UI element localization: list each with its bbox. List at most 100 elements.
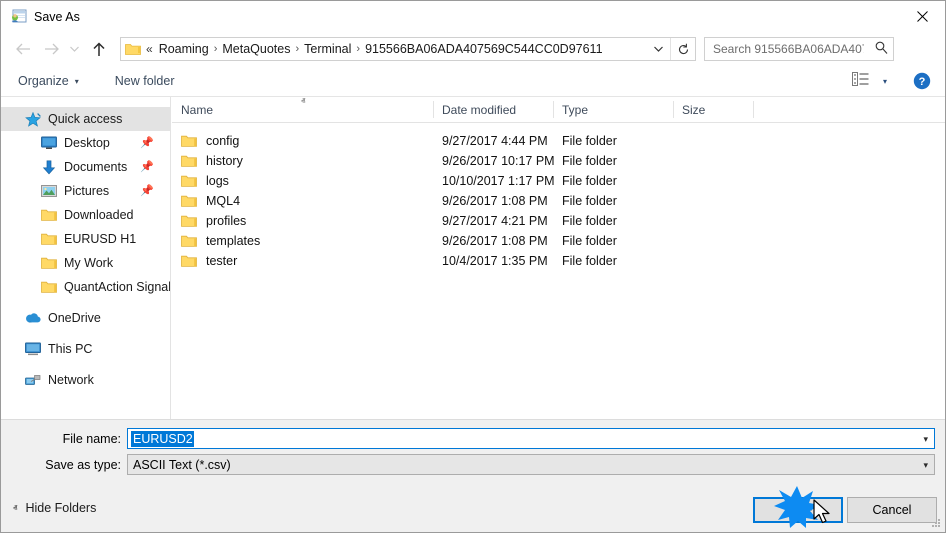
pin-icon[interactable]: 📌 [140, 184, 154, 197]
sidebar-item-label: Downloaded [64, 208, 134, 222]
address-bar[interactable]: « Roaming › MetaQuotes › Terminal › 9155… [120, 37, 696, 61]
hide-folders-button[interactable]: ⱏ Hide Folders [13, 501, 96, 515]
chevron-down-icon[interactable] [647, 38, 669, 60]
sidebar-item-label: EURUSD H1 [64, 232, 137, 246]
chevron-down-icon: ▾ [74, 76, 79, 86]
pin-icon[interactable]: 📌 [140, 160, 154, 173]
refresh-icon[interactable] [670, 38, 695, 60]
breadcrumb-item-roaming[interactable]: Roaming [156, 42, 212, 56]
sidebar-item-my-work[interactable]: My Work [1, 251, 170, 275]
file-date-cell: 10/10/2017 1:17 PM [442, 174, 555, 188]
folder-icon [181, 154, 197, 168]
breadcrumb-separator[interactable]: › [354, 43, 362, 55]
file-name-cell: tester [181, 254, 237, 268]
network-icon [25, 372, 41, 388]
onedrive-cloud-icon [25, 310, 41, 326]
sidebar-item-pictures[interactable]: Pictures 📌 [1, 179, 170, 203]
organize-label: Organize [18, 74, 69, 88]
search-input[interactable] [711, 41, 866, 57]
new-folder-button[interactable]: New folder [109, 71, 181, 91]
folder-icon [41, 231, 57, 247]
up-button[interactable] [86, 36, 112, 62]
file-type-cell: File folder [562, 194, 617, 208]
table-row[interactable]: config 9/27/2017 4:44 PM File folder [172, 131, 945, 151]
file-name-cell: templates [181, 234, 260, 248]
chevron-down-icon[interactable]: ▾ [923, 434, 928, 445]
pin-icon[interactable]: 📌 [140, 136, 154, 149]
chevron-up-icon: ⱏ [13, 502, 18, 513]
file-name-cell: MQL4 [181, 194, 240, 208]
sidebar-item-downloaded[interactable]: Downloaded [1, 203, 170, 227]
table-row[interactable]: profiles 9/27/2017 4:21 PM File folder [172, 211, 945, 231]
sidebar-item-documents[interactable]: Documents 📌 [1, 155, 170, 179]
sidebar-item-onedrive[interactable]: OneDrive [1, 306, 170, 330]
search-box[interactable] [704, 37, 894, 61]
column-header-type[interactable]: Type [553, 97, 673, 122]
column-header-row: ⱏ Name Date modified Type Size [172, 96, 945, 123]
table-row[interactable]: tester 10/4/2017 1:35 PM File folder [172, 251, 945, 271]
dialog-footer: ⱏ Hide Folders Save Cancel [1, 489, 945, 532]
sidebar-separator [1, 361, 170, 368]
breadcrumb-separator[interactable]: › [212, 43, 220, 55]
desktop-icon [41, 135, 57, 151]
sidebar-item-label: Pictures [64, 184, 110, 198]
folder-icon [181, 214, 197, 228]
forward-button[interactable] [38, 36, 64, 62]
recent-locations-button[interactable] [65, 36, 83, 62]
title-bar: Save As [1, 1, 945, 32]
chevron-down-icon[interactable]: ▾ [923, 460, 928, 471]
file-name-cell: logs [181, 174, 229, 188]
column-divider[interactable] [753, 101, 754, 118]
organize-button[interactable]: Organize ▾ [12, 71, 85, 91]
breadcrumb-item-terminal[interactable]: Terminal [301, 42, 354, 56]
sidebar-item-label: OneDrive [48, 311, 101, 325]
column-header-size[interactable]: Size [673, 97, 753, 122]
column-header-name[interactable]: Name [172, 97, 433, 122]
table-row[interactable]: logs 10/10/2017 1:17 PM File folder [172, 171, 945, 191]
breadcrumb-separator[interactable]: › [293, 43, 301, 55]
sidebar-item-eurusd-h1[interactable]: EURUSD H1 [1, 227, 170, 251]
save-button[interactable]: Save [753, 497, 843, 523]
file-name-value: EURUSD2 [131, 430, 194, 447]
sidebar-item-quick-access[interactable]: Quick access [1, 107, 170, 131]
file-date-cell: 9/26/2017 1:08 PM [442, 194, 548, 208]
table-row[interactable]: templates 9/26/2017 1:08 PM File folder [172, 231, 945, 251]
close-button[interactable] [899, 1, 945, 31]
file-date-cell: 9/26/2017 1:08 PM [442, 234, 548, 248]
sidebar-item-desktop[interactable]: Desktop 📌 [1, 131, 170, 155]
help-icon[interactable]: ? [913, 72, 931, 90]
file-name-label: File name: [62, 432, 121, 446]
breadcrumb-item-metaquotes[interactable]: MetaQuotes [219, 42, 293, 56]
view-layout-icon[interactable] [852, 72, 869, 86]
column-header-date-modified[interactable]: Date modified [433, 97, 553, 122]
file-name-cell: profiles [181, 214, 246, 228]
sidebar-item-label: Desktop [64, 136, 110, 150]
breadcrumb-item-guid[interactable]: 915566BA06ADA407569C544CC0D97611 [362, 42, 605, 56]
table-row[interactable]: history 9/26/2017 10:17 PM File folder [172, 151, 945, 171]
search-icon [875, 41, 888, 57]
file-name-input[interactable]: EURUSD2 ▾ [127, 428, 935, 449]
file-list-pane: ⱏ Name Date modified Type Size config 9/2… [172, 96, 945, 419]
file-type-cell: File folder [562, 174, 617, 188]
cancel-button[interactable]: Cancel [847, 497, 937, 523]
file-name-text: history [206, 154, 243, 168]
sidebar-separator [1, 330, 170, 337]
resize-grip-icon[interactable] [929, 517, 942, 530]
navigation-pane: Quick access Desktop 📌 Documents 📌 Pictures 📌 D… [1, 97, 171, 419]
sidebar-item-label: My Work [64, 256, 114, 270]
chevron-down-icon[interactable]: ▾ [883, 77, 887, 86]
breadcrumb-overflow[interactable]: « [141, 42, 156, 56]
file-name-text: profiles [206, 214, 247, 228]
table-row[interactable]: MQL4 9/26/2017 1:08 PM File folder [172, 191, 945, 211]
folder-icon [181, 234, 197, 248]
save-as-type-select[interactable]: ASCII Text (*.csv) ▾ [127, 454, 935, 475]
back-button[interactable] [10, 36, 36, 62]
sidebar-item-quantaction-signal[interactable]: QuantAction Signal [1, 275, 170, 299]
sidebar-item-network[interactable]: Network [1, 368, 170, 392]
sidebar-item-this-pc[interactable]: This PC [1, 337, 170, 361]
file-type-cell: File folder [562, 154, 617, 168]
navigation-bar: « Roaming › MetaQuotes › Terminal › 9155… [1, 32, 945, 66]
star-icon [25, 111, 41, 127]
folder-icon [181, 194, 197, 208]
file-type-cell: File folder [562, 234, 617, 248]
